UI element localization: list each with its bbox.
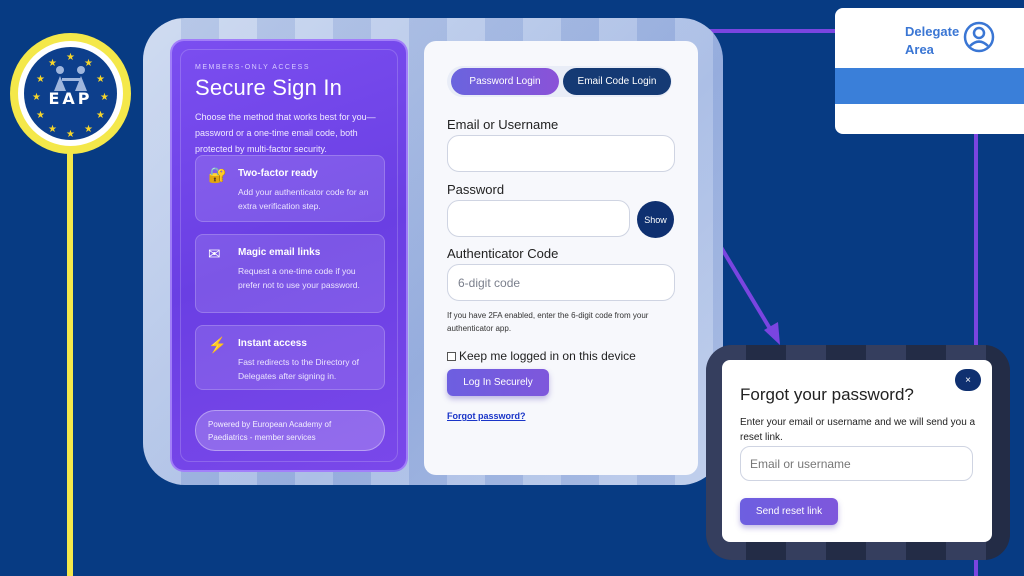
delegate-area-card[interactable]: Delegate Area	[835, 8, 1024, 134]
user-circle-icon[interactable]	[963, 21, 995, 53]
feature-title: Instant access	[238, 338, 307, 349]
star-icon: ★	[36, 74, 45, 85]
email-label: Email or Username	[447, 117, 559, 132]
close-icon[interactable]: ×	[955, 369, 981, 391]
lock-icon: 🔐	[208, 167, 227, 184]
password-label: Password	[447, 182, 505, 197]
password-field[interactable]	[447, 200, 630, 237]
eap-logo: EAP ★ ★ ★ ★ ★ ★ ★ ★ ★ ★ ★ ★	[10, 33, 131, 154]
star-icon: ★	[96, 74, 105, 85]
send-reset-link-button[interactable]: Send reset link	[740, 498, 838, 525]
modal-title: Forgot your password?	[740, 385, 914, 404]
star-icon: ★	[84, 124, 93, 135]
keep-logged-in-checkbox[interactable]	[447, 351, 456, 361]
keep-logged-in[interactable]: Keep me logged in on this device	[447, 349, 636, 363]
star-icon: ★	[48, 58, 57, 69]
eyebrow-text: MEMBERS-ONLY ACCESS	[195, 64, 310, 71]
page-title: Secure Sign In	[195, 75, 343, 100]
feature-card-magic-email: ✉ Magic email links Request a one-time c…	[195, 234, 385, 313]
email-field[interactable]	[447, 135, 675, 172]
powered-by-badge: Powered by European Academy of Paediatri…	[195, 410, 385, 451]
tab-password-login[interactable]: Password Login	[451, 68, 559, 95]
star-icon: ★	[84, 58, 93, 69]
show-password-button[interactable]: Show	[637, 201, 674, 238]
reset-email-field[interactable]: Email or username	[740, 446, 973, 481]
feature-title: Two-factor ready	[238, 168, 318, 179]
auth-code-label: Authenticator Code	[447, 246, 559, 261]
feature-desc: Request a one-time code if you prefer no…	[238, 266, 360, 290]
star-icon: ★	[66, 129, 75, 140]
star-icon: ★	[36, 110, 45, 121]
lightning-icon: ⚡	[208, 337, 227, 354]
login-button[interactable]: Log In Securely	[447, 369, 549, 396]
feature-card-instant-access: ⚡ Instant access Fast redirects to the D…	[195, 325, 385, 390]
star-icon: ★	[66, 52, 75, 63]
modal-description: Enter your email or username and we will…	[740, 417, 976, 443]
star-icon: ★	[32, 92, 41, 103]
keep-logged-in-label: Keep me logged in on this device	[459, 349, 636, 363]
forgot-password-link[interactable]: Forgot password?	[447, 411, 526, 421]
star-icon: ★	[48, 124, 57, 135]
auth-help-text: If you have 2FA enabled, enter the 6-dig…	[447, 311, 649, 333]
feature-desc: Add your authenticator code for an extra…	[238, 187, 369, 211]
delegate-nav-bar	[835, 68, 1024, 104]
feature-desc: Fast redirects to the Directory of Deleg…	[238, 357, 359, 381]
tab-email-code-login[interactable]: Email Code Login	[563, 68, 671, 95]
auth-code-field[interactable]: 6-digit code	[447, 264, 675, 301]
panel-description: Choose the method that works best for yo…	[195, 112, 376, 154]
feature-title: Magic email links	[238, 247, 321, 258]
envelope-icon: ✉	[208, 246, 221, 263]
star-icon: ★	[96, 110, 105, 121]
star-icon: ★	[100, 92, 109, 103]
feature-card-two-factor: 🔐 Two-factor ready Add your authenticato…	[195, 155, 385, 222]
